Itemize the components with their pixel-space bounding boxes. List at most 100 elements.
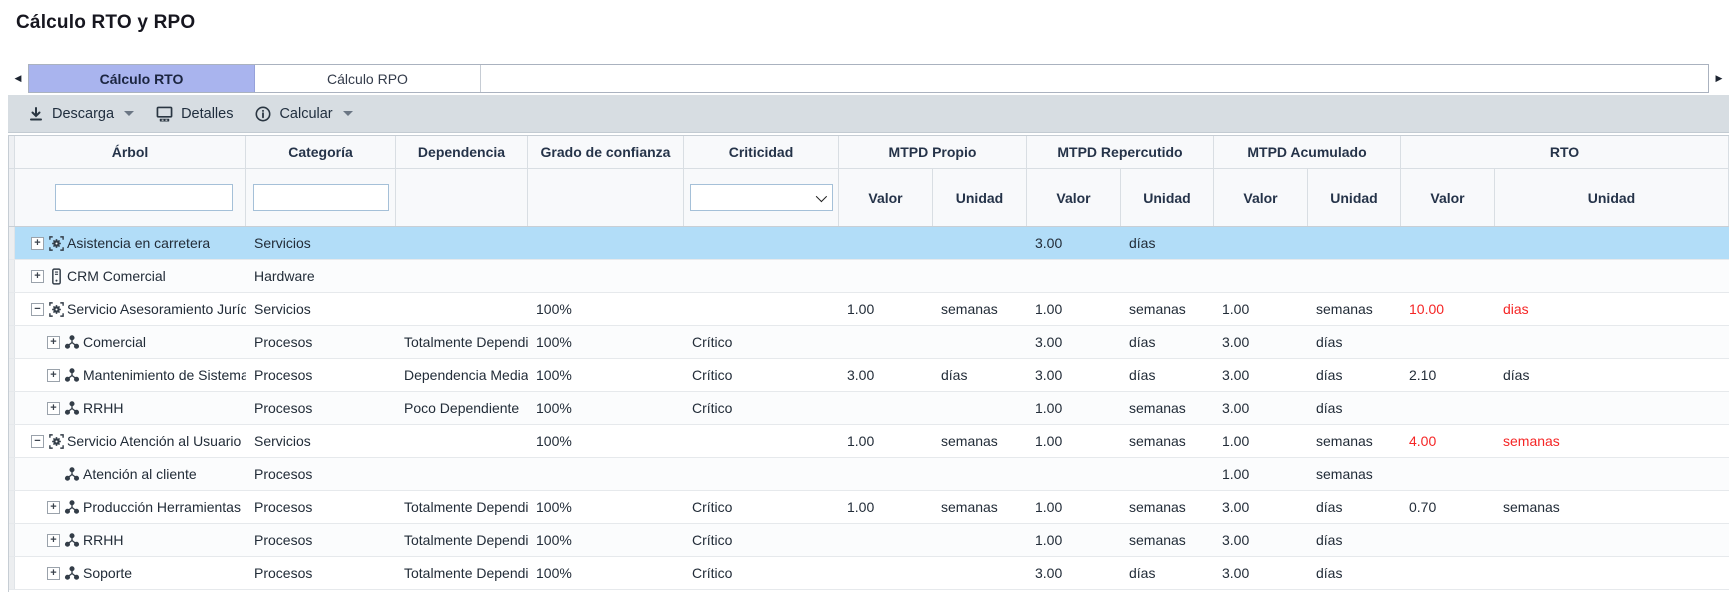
col-header-arbol[interactable]: Árbol — [15, 136, 246, 168]
col-header-rto[interactable]: RTO — [1401, 136, 1729, 168]
table-row[interactable]: Atención al clienteProcesos1.00semanas — [9, 458, 1729, 491]
detalles-label: Detalles — [181, 106, 233, 122]
tree-cell: +Comercial — [15, 326, 246, 358]
detalles-button[interactable]: Detalles — [150, 102, 243, 126]
cell-dependencia — [396, 293, 528, 325]
subcol-unidad[interactable]: Unidad — [1495, 169, 1729, 226]
expand-toggle[interactable]: − — [31, 303, 44, 316]
expand-toggle[interactable]: + — [47, 336, 60, 349]
expand-toggle[interactable]: + — [31, 270, 44, 283]
tab-calculo-rto[interactable]: Cálculo RTO — [29, 65, 255, 92]
col-header-mtpd-repercutido[interactable]: MTPD Repercutido — [1027, 136, 1214, 168]
expand-toggle[interactable]: + — [47, 402, 60, 415]
table-row[interactable]: +SoporteProcesosTotalmente Dependiente10… — [9, 557, 1729, 590]
cell-rto-unidad — [1495, 557, 1729, 589]
cell-grado-confianza: 100% — [528, 491, 684, 523]
calcular-button[interactable]: Calcular — [249, 102, 362, 126]
table-row[interactable]: +Asistencia en carreteraServicios3.00día… — [9, 227, 1729, 260]
cell-mtpd-repercutido-valor: 3.00 — [1027, 557, 1121, 589]
col-header-grado-confianza[interactable]: Grado de confianza — [528, 136, 684, 168]
col-header-dependencia[interactable]: Dependencia — [396, 136, 528, 168]
page-title: Cálculo RTO y RPO — [16, 12, 195, 34]
cell-criticidad: Crítico — [684, 557, 839, 589]
col-header-criticidad[interactable]: Criticidad — [684, 136, 839, 168]
cell-grado-confianza: 100% — [528, 524, 684, 556]
cell-rto-valor — [1401, 392, 1495, 424]
tab-strip: ◀ Cálculo RTO Cálculo RPO ▶ — [8, 64, 1729, 93]
table-row[interactable]: +Producción HerramientasProcesosTotalmen… — [9, 491, 1729, 524]
scroll-left-icon[interactable]: ◀ — [8, 64, 28, 93]
cell-rto-unidad: semanas — [1495, 425, 1729, 457]
subcol-valor[interactable]: Valor — [1401, 169, 1495, 226]
cell-mtpd-propio-unidad: semanas — [933, 425, 1027, 457]
monitor-icon — [156, 106, 173, 122]
cell-mtpd-propio-unidad — [933, 227, 1027, 259]
scroll-right-icon[interactable]: ▶ — [1709, 64, 1729, 93]
criticidad-filter-select[interactable] — [690, 184, 833, 211]
cell-mtpd-acumulado-valor: 3.00 — [1214, 557, 1308, 589]
cell-mtpd-acumulado-valor: 3.00 — [1214, 326, 1308, 358]
subcol-valor[interactable]: Valor — [839, 169, 933, 226]
cell-dependencia: Totalmente Dependiente — [396, 326, 528, 358]
tree-item-label: RRHH — [83, 400, 123, 416]
descarga-button[interactable]: Descarga — [22, 102, 144, 126]
tree-cell: − Servicio Asesoramiento Jurídico — [15, 293, 246, 325]
table-row[interactable]: +Mantenimiento de SistemasProcesosDepend… — [9, 359, 1729, 392]
subcol-unidad[interactable]: Unidad — [1121, 169, 1214, 226]
cell-mtpd-propio-valor — [839, 524, 933, 556]
cell-rto-valor — [1401, 326, 1495, 358]
cell-mtpd-acumulado-unidad: días — [1308, 524, 1401, 556]
expand-toggle[interactable]: + — [31, 237, 44, 250]
cell-mtpd-acumulado-unidad: semanas — [1308, 458, 1401, 490]
tree-item-label: RRHH — [83, 532, 123, 548]
subcol-unidad[interactable]: Unidad — [1308, 169, 1401, 226]
cell-mtpd-repercutido-unidad: días — [1121, 326, 1214, 358]
col-header-categoria[interactable]: Categoría — [246, 136, 396, 168]
expand-toggle[interactable]: + — [47, 567, 60, 580]
expand-toggle[interactable]: + — [47, 369, 60, 382]
tree-item-label: Producción Herramientas — [83, 499, 241, 515]
arbol-filter-input[interactable] — [55, 184, 233, 211]
cell-rto-valor — [1401, 227, 1495, 259]
cell-dependencia — [396, 425, 528, 457]
cell-categoria: Procesos — [246, 326, 396, 358]
table-row[interactable]: − Servicio Asesoramiento JurídicoServicio… — [9, 293, 1729, 326]
cell-mtpd-repercutido-unidad — [1121, 260, 1214, 292]
tree-item-label: CRM Comercial — [67, 268, 166, 284]
cell-grado-confianza: 100% — [528, 392, 684, 424]
cell-mtpd-repercutido-valor: 3.00 — [1027, 359, 1121, 391]
subcol-valor[interactable]: Valor — [1214, 169, 1308, 226]
cell-dependencia: Totalmente Dependiente — [396, 557, 528, 589]
expand-toggle[interactable]: − — [31, 435, 44, 448]
tree-item-label: Servicio Atención al Usuario — [67, 433, 241, 449]
table-row[interactable]: +ComercialProcesosTotalmente Dependiente… — [9, 326, 1729, 359]
tab-calculo-rpo[interactable]: Cálculo RPO — [255, 65, 481, 92]
cell-criticidad: Crítico — [684, 491, 839, 523]
cell-mtpd-acumulado-valor: 1.00 — [1214, 293, 1308, 325]
tree-item-label: Soporte — [83, 565, 132, 581]
cell-mtpd-acumulado-unidad: semanas — [1308, 293, 1401, 325]
grid-group-header: Árbol Categoría Dependencia Grado de con… — [9, 136, 1729, 169]
expand-toggle[interactable]: + — [47, 501, 60, 514]
categoria-filter-input[interactable] — [253, 184, 389, 211]
cell-criticidad — [684, 458, 839, 490]
cell-mtpd-propio-valor — [839, 260, 933, 292]
cell-mtpd-propio-valor: 1.00 — [839, 491, 933, 523]
col-header-mtpd-propio[interactable]: MTPD Propio — [839, 136, 1027, 168]
table-row[interactable]: +CRM ComercialHardware — [9, 260, 1729, 293]
table-row[interactable]: +RRHHProcesosPoco Dependiente100%Crítico… — [9, 392, 1729, 425]
table-row[interactable]: −Servicio Atención al UsuarioServicios10… — [9, 425, 1729, 458]
table-row[interactable]: +RRHHProcesosTotalmente Dependiente100%C… — [9, 524, 1729, 557]
col-header-mtpd-acumulado[interactable]: MTPD Acumulado — [1214, 136, 1401, 168]
cell-dependencia — [396, 227, 528, 259]
dependencia-filter-cell — [396, 169, 528, 226]
tree-item-label: Servicio Asesoramiento Jurídico — [67, 301, 246, 317]
cell-dependencia: Totalmente Dependiente — [396, 491, 528, 523]
subcol-unidad[interactable]: Unidad — [933, 169, 1027, 226]
expand-toggle[interactable]: + — [47, 534, 60, 547]
cell-mtpd-repercutido-valor — [1027, 458, 1121, 490]
cell-mtpd-propio-unidad: semanas — [933, 491, 1027, 523]
process-icon — [63, 334, 81, 350]
subcol-valor[interactable]: Valor — [1027, 169, 1121, 226]
cell-grado-confianza: 100% — [528, 359, 684, 391]
